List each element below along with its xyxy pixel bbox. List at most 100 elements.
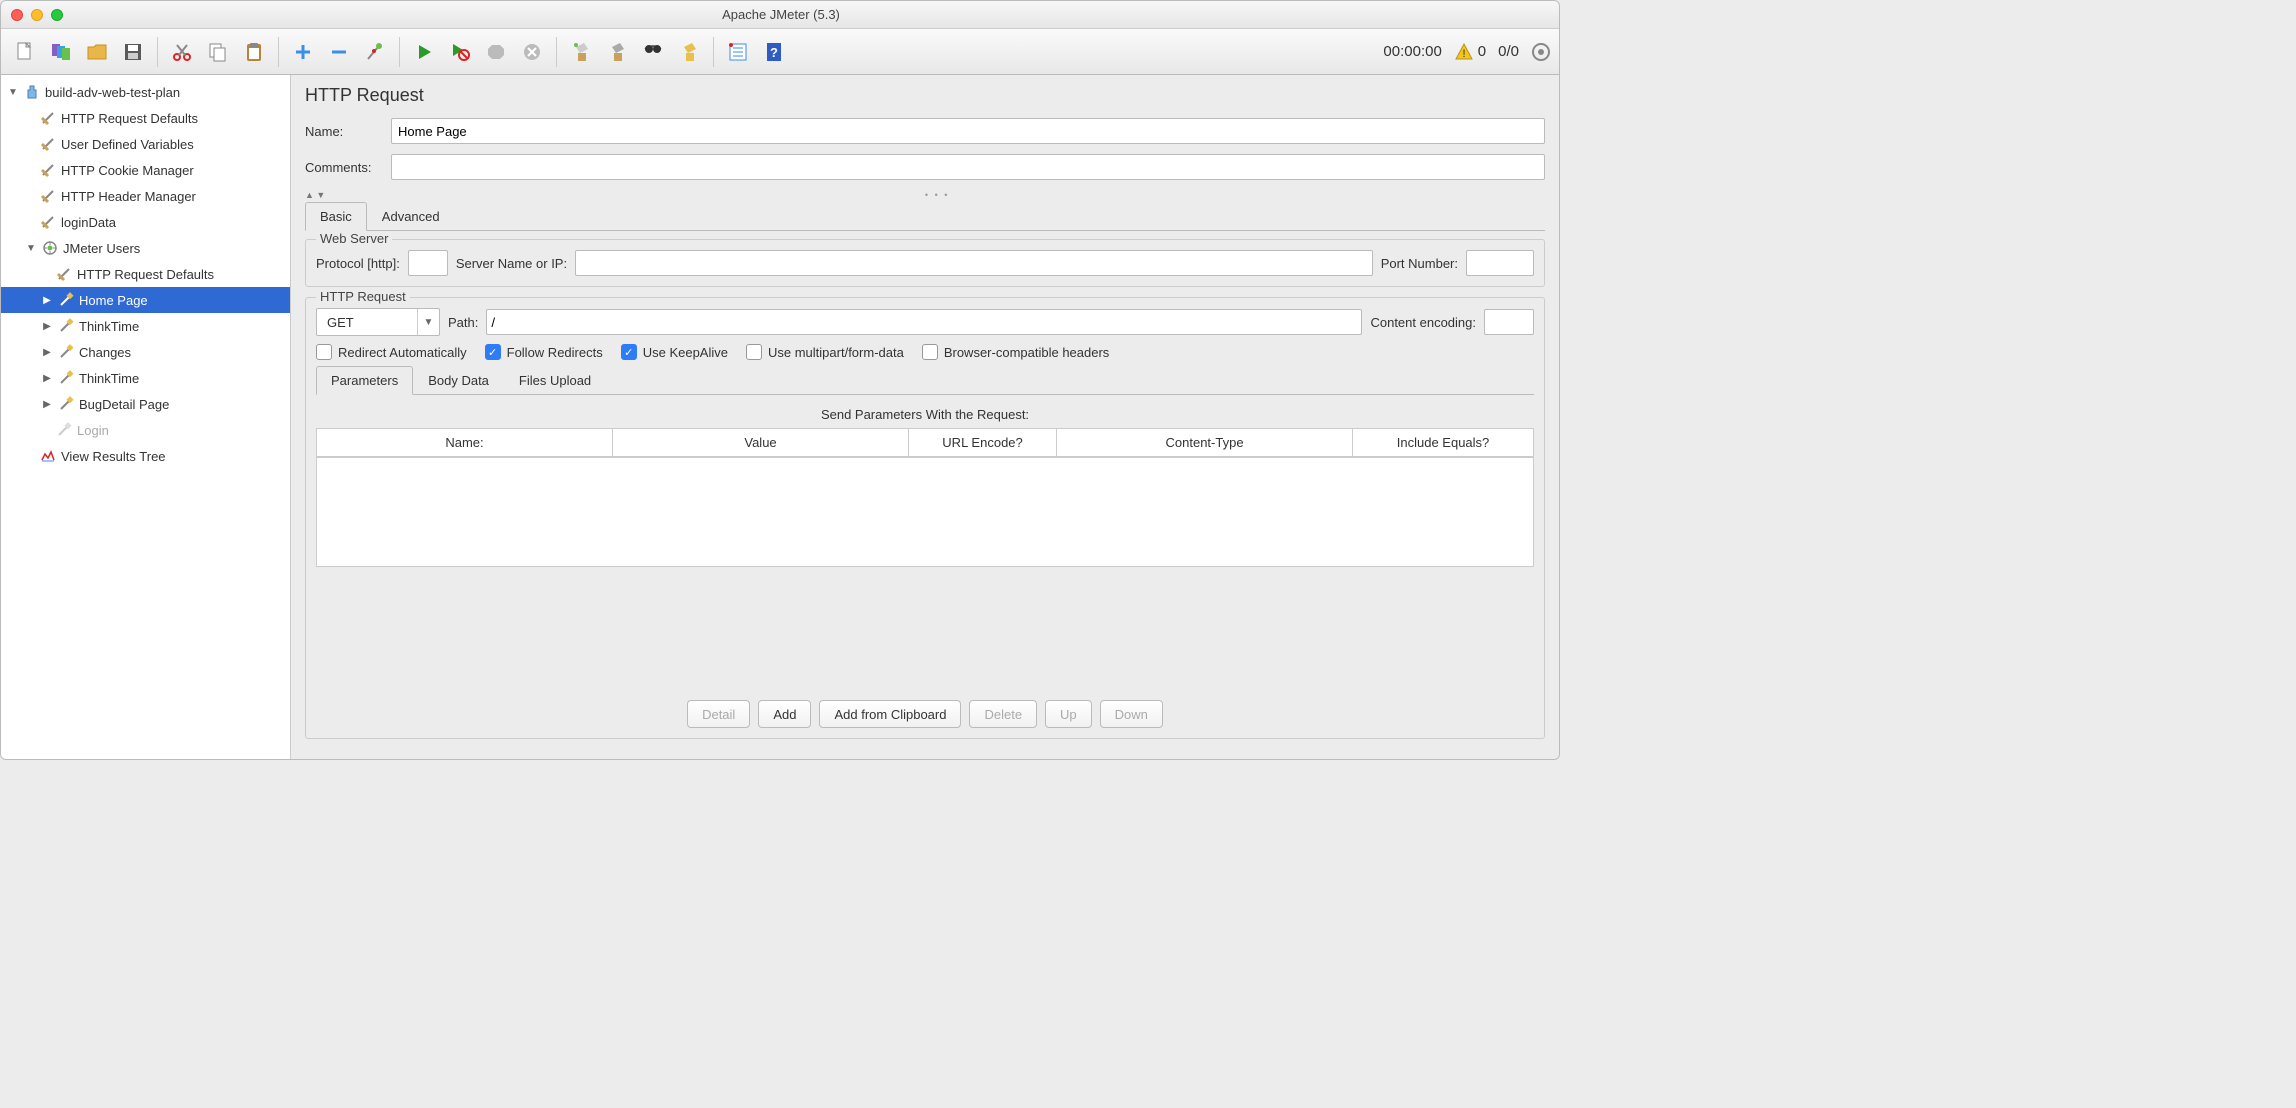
tab-body-data[interactable]: Body Data [413,366,504,394]
tree-label: loginData [61,215,116,230]
toolbar: ? 00:00:00 ! 0 0/0 [1,29,1559,75]
tree-item-changes[interactable]: ▶Changes [1,339,290,365]
httprequest-legend: HTTP Request [316,289,410,304]
col-urlencode[interactable]: URL Encode? [909,429,1057,457]
encoding-input[interactable] [1484,309,1534,335]
chk-multipart[interactable]: Use multipart/form-data [746,344,904,360]
webserver-legend: Web Server [316,231,392,246]
webserver-fieldset: Web Server Protocol [http]: Server Name … [305,239,1545,287]
new-file-button[interactable] [9,36,41,68]
tree-panel[interactable]: ▼ build-adv-web-test-plan HTTP Request D… [1,75,291,759]
disclosure-icon[interactable]: ▶ [41,347,53,358]
tree-item-user-vars[interactable]: User Defined Variables [1,131,290,157]
start-button[interactable] [408,36,440,68]
toolbar-separator [713,37,714,67]
paste-button[interactable] [238,36,270,68]
tree-item-results-tree[interactable]: View Results Tree [1,443,290,469]
tree-item-header-mgr[interactable]: HTTP Header Manager [1,183,290,209]
tree-item-login[interactable]: Login [1,417,290,443]
tree-label: Login [77,423,109,438]
svg-text:!: ! [1462,48,1465,60]
chk-follow-redirects[interactable]: ✓Follow Redirects [485,344,603,360]
stop-button[interactable] [480,36,512,68]
config-icon [39,135,57,153]
window-title: Apache JMeter (5.3) [13,7,1549,22]
tree-item-bugdetail[interactable]: ▶BugDetail Page [1,391,290,417]
comments-input[interactable] [391,154,1545,180]
chk-redirect-auto[interactable]: Redirect Automatically [316,344,467,360]
sampler-icon [57,395,75,413]
tab-parameters[interactable]: Parameters [316,366,413,395]
tree-item-tg-http-defaults[interactable]: HTTP Request Defaults [1,261,290,287]
path-input[interactable] [486,309,1362,335]
name-input[interactable] [391,118,1545,144]
toggle-button[interactable] [359,36,391,68]
tree-root-testplan[interactable]: ▼ build-adv-web-test-plan [1,79,290,105]
shutdown-button[interactable] [516,36,548,68]
thread-group-icon [41,239,59,257]
function-helper-button[interactable] [722,36,754,68]
chk-keepalive[interactable]: ✓Use KeepAlive [621,344,728,360]
disclosure-icon[interactable]: ▶ [41,295,53,306]
search-button[interactable] [637,36,669,68]
server-input[interactable] [575,250,1373,276]
port-label: Port Number: [1381,256,1458,271]
chk-browser-headers[interactable]: Browser-compatible headers [922,344,1109,360]
tab-basic[interactable]: Basic [305,202,367,231]
disclosure-icon[interactable]: ▶ [41,373,53,384]
config-icon [39,187,57,205]
disclosure-icon[interactable]: ▶ [41,399,53,410]
panel-divider[interactable]: ▲ ▼• • • [305,190,1545,200]
tree-item-home-page[interactable]: ▶Home Page [1,287,290,313]
delete-button[interactable]: Delete [969,700,1037,728]
toolbar-separator [399,37,400,67]
port-input[interactable] [1466,250,1534,276]
up-button[interactable]: Up [1045,700,1092,728]
open-file-button[interactable] [81,36,113,68]
clear-all-button[interactable] [601,36,633,68]
tree-label: HTTP Request Defaults [61,111,198,126]
templates-button[interactable] [45,36,77,68]
col-value[interactable]: Value [613,429,909,457]
add-button[interactable]: Add [758,700,811,728]
toolbar-separator [556,37,557,67]
table-caption: Send Parameters With the Request: [316,407,1534,422]
down-button[interactable]: Down [1100,700,1163,728]
method-select[interactable]: GET ▼ [316,308,440,336]
expand-button[interactable] [287,36,319,68]
method-value: GET [317,315,417,330]
col-content-type[interactable]: Content-Type [1057,429,1353,457]
detail-button[interactable]: Detail [687,700,750,728]
clear-button[interactable] [565,36,597,68]
copy-button[interactable] [202,36,234,68]
config-icon [39,161,57,179]
start-no-pause-button[interactable] [444,36,476,68]
add-clipboard-button[interactable]: Add from Clipboard [819,700,961,728]
server-label: Server Name or IP: [456,256,567,271]
tab-files-upload[interactable]: Files Upload [504,366,606,394]
sampler-icon [55,421,73,439]
params-table[interactable]: Name: Value URL Encode? Content-Type Inc… [316,428,1534,457]
collapse-button[interactable] [323,36,355,68]
help-button[interactable]: ? [758,36,790,68]
params-table-body[interactable] [316,457,1534,567]
panel-title: HTTP Request [305,85,1545,106]
disclosure-icon[interactable]: ▼ [25,243,37,254]
col-name[interactable]: Name: [317,429,613,457]
cut-button[interactable] [166,36,198,68]
config-icon [39,213,57,231]
reset-search-button[interactable] [673,36,705,68]
disclosure-icon[interactable]: ▶ [41,321,53,332]
tab-advanced[interactable]: Advanced [367,202,455,230]
tree-item-http-defaults[interactable]: HTTP Request Defaults [1,105,290,131]
tree-thread-group[interactable]: ▼JMeter Users [1,235,290,261]
tree-item-logindata[interactable]: loginData [1,209,290,235]
sampler-icon [57,291,75,309]
disclosure-icon[interactable]: ▼ [7,87,19,98]
col-include-equals[interactable]: Include Equals? [1353,429,1534,457]
tree-item-thinktime-2[interactable]: ▶ThinkTime [1,365,290,391]
tree-item-cookie-mgr[interactable]: HTTP Cookie Manager [1,157,290,183]
protocol-input[interactable] [408,250,448,276]
tree-item-thinktime[interactable]: ▶ThinkTime [1,313,290,339]
save-button[interactable] [117,36,149,68]
